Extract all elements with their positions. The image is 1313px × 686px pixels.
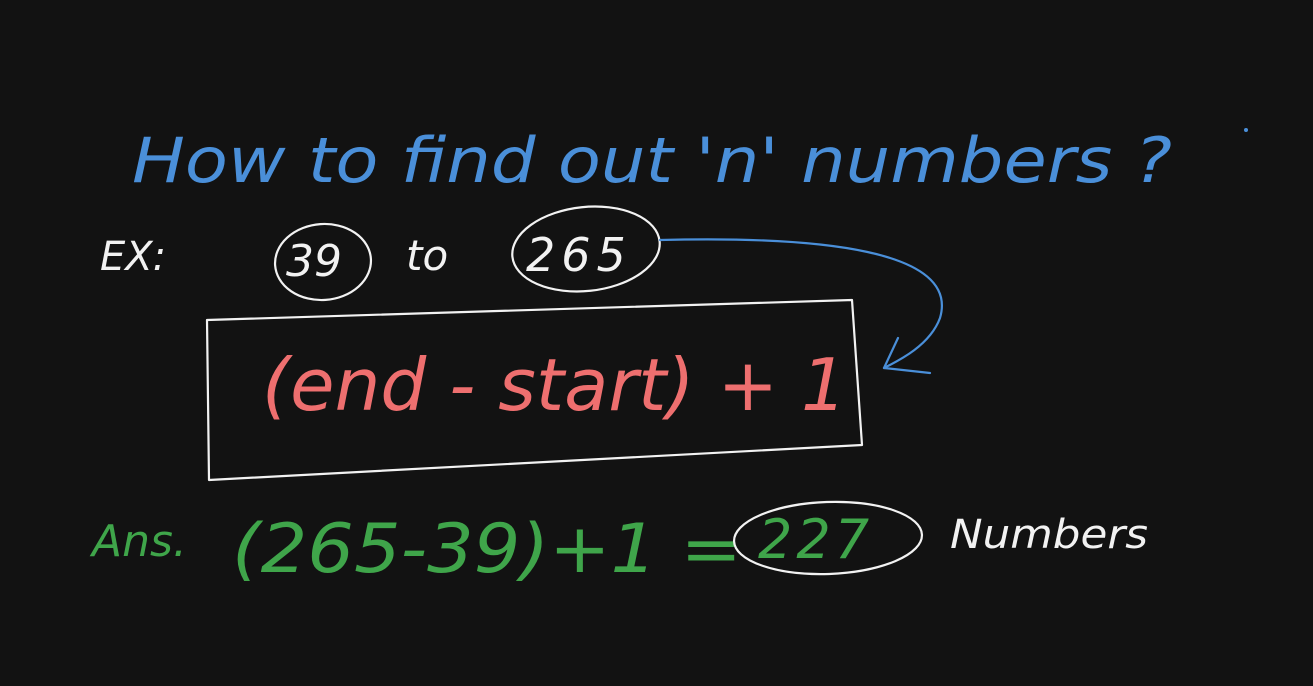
answer-suffix: Numbers	[950, 512, 1148, 558]
question-text: How to find out 'n' numbers ?	[132, 124, 1172, 197]
connector-text: to	[406, 231, 448, 280]
end-value: 265	[526, 228, 632, 282]
answer-prefix: Ans.	[89, 516, 187, 567]
answer-expression: (265-39)+1 =	[232, 510, 742, 589]
answer-result: 227	[758, 508, 873, 571]
example-prefix: EX:	[100, 234, 166, 280]
whiteboard-canvas: How to find out 'n' numbers ? EX: 39 to …	[0, 0, 1313, 686]
formula-text: (end - start) + 1	[262, 343, 847, 427]
start-value: 39	[286, 236, 342, 287]
stray-dot	[1244, 128, 1248, 132]
handwritten-notes: How to find out 'n' numbers ? EX: 39 to …	[89, 124, 1248, 589]
